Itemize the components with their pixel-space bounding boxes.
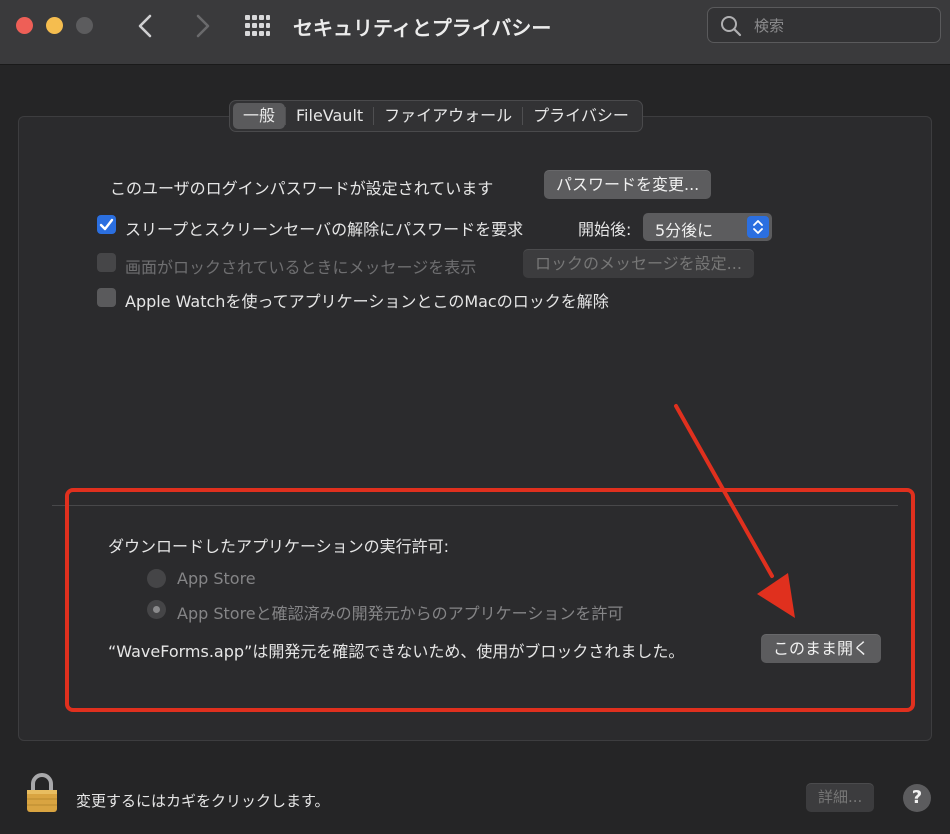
lock-hint-text: 変更するにはカギをクリックします。 (76, 792, 330, 810)
advanced-button[interactable]: 詳細... (806, 783, 875, 812)
arrow-icon (674, 404, 795, 618)
lock-icon[interactable] (24, 772, 60, 814)
help-button[interactable]: ? (903, 784, 931, 812)
